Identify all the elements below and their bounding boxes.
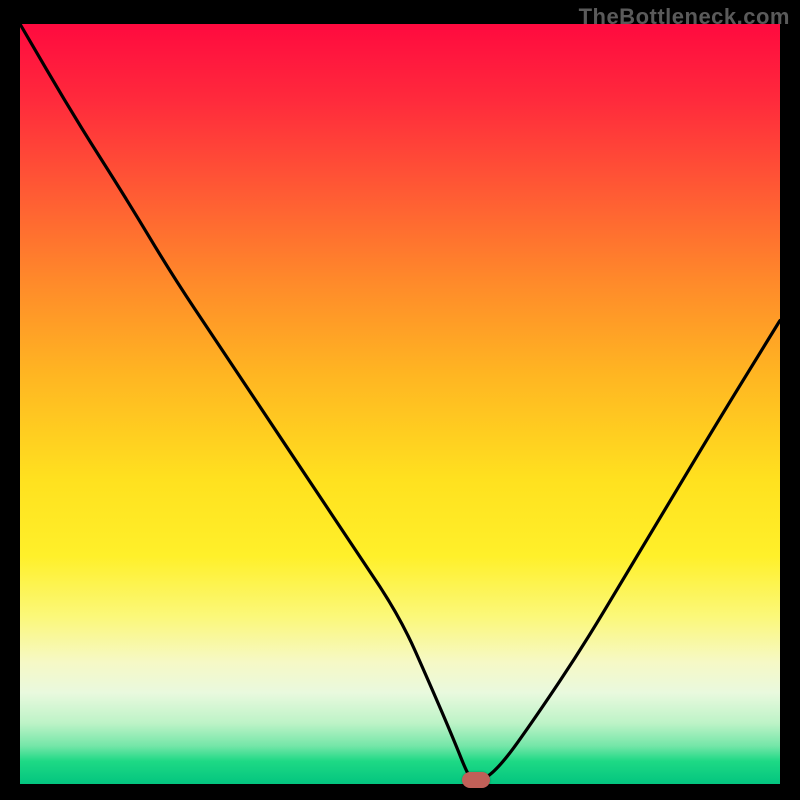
curve-svg [20, 24, 780, 784]
chart-frame: TheBottleneck.com [0, 0, 800, 800]
bottleneck-curve [20, 24, 780, 781]
optimal-point-marker [462, 772, 490, 788]
plot-area [20, 24, 780, 784]
